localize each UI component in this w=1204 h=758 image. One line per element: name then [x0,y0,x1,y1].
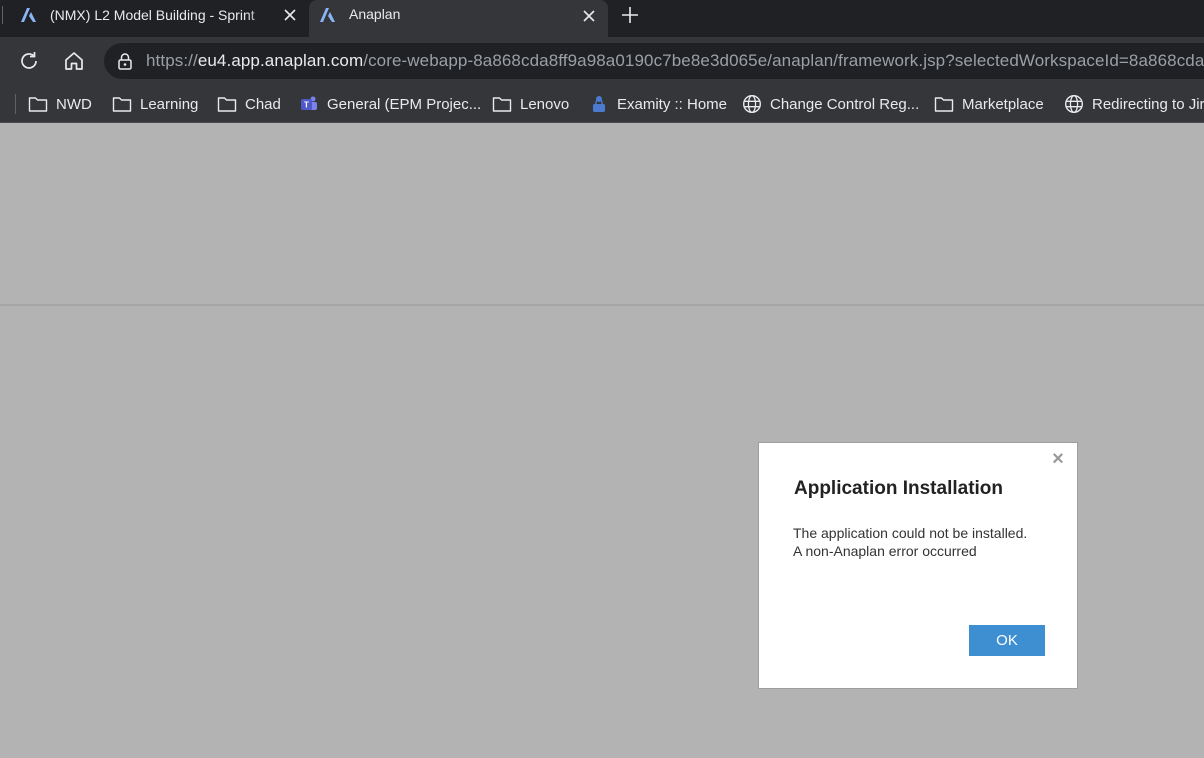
bookmark-learning[interactable]: Learning [112,85,199,122]
address-bar[interactable]: https://eu4.app.anaplan.com/core-webapp-… [104,43,1204,79]
bookmark-label: Chad [245,95,281,113]
dialog-message: The application could not be installed. … [793,524,1063,560]
bookmark-general-epm[interactable]: T General (EPM Projec... [299,85,482,122]
lock-person-icon [589,94,609,114]
bookmark-jira[interactable]: Redirecting to Jira [1064,85,1204,122]
bookmark-chad[interactable]: Chad [217,85,281,122]
dialog-message-line-2: A non-Anaplan error occurred [793,543,977,559]
bookmark-label: NWD [56,95,92,113]
tab-title: Anaplan [349,6,401,22]
close-tab-icon[interactable] [280,5,300,25]
close-dialog-icon[interactable]: × [1050,449,1066,469]
anaplan-logo-icon [319,6,337,24]
browser-toolbar: https://eu4.app.anaplan.com/core-webapp-… [0,37,1204,85]
bookmark-nwd[interactable]: NWD [28,85,92,122]
home-button[interactable] [60,47,88,75]
bookmark-label: Learning [140,95,199,113]
bookmark-label: Redirecting to Jira [1092,95,1204,113]
ok-button[interactable]: OK [969,625,1045,656]
url-text: https://eu4.app.anaplan.com/core-webapp-… [146,51,1204,71]
url-host: eu4.app.anaplan.com [197,51,364,70]
globe-icon [1064,94,1084,114]
reload-icon [21,52,37,69]
bookmark-change-control[interactable]: Change Control Reg... [742,85,920,122]
bookmark-label: Examity :: Home [617,95,728,113]
tab-title: (NMX) L2 Model Building - Sprint [50,6,255,23]
folder-icon [112,94,132,114]
bookmarks-bar: NWD Learning Chad T General (EPM Projec.… [0,85,1204,123]
bookmark-label: Lenovo [520,95,570,113]
tab-l2-model-building[interactable]: (NMX) L2 Model Building - Sprint [0,0,309,29]
reload-button[interactable] [15,47,43,75]
content-divider [0,304,1204,306]
site-info-icon[interactable] [116,52,134,70]
bookmarks-separator [15,94,16,114]
plus-icon [622,7,638,23]
bookmark-lenovo[interactable]: Lenovo [492,85,570,122]
anaplan-logo-icon [20,6,38,24]
folder-icon [28,94,48,114]
bookmark-label: Marketplace [962,95,1044,113]
application-installation-dialog: × Application Installation The applicati… [758,442,1078,689]
teams-icon: T [299,94,319,114]
dialog-message-line-1: The application could not be installed. [793,525,1028,541]
svg-text:T: T [304,101,309,110]
folder-icon [492,94,512,114]
bookmark-marketplace[interactable]: Marketplace [934,85,1044,122]
url-path: /core-webapp-8a868cda8ff9a98a0190c7be8e3… [363,51,1204,70]
globe-icon [742,94,762,114]
bookmark-label: General (EPM Projec... [327,95,482,113]
url-scheme: https:// [146,51,198,70]
close-tab-icon[interactable] [579,6,599,26]
tab-strip: (NMX) L2 Model Building - Sprint Anaplan [0,0,1204,37]
folder-icon [217,94,237,114]
new-tab-button[interactable] [618,3,642,27]
dialog-title: Application Installation [794,478,1004,499]
home-icon [65,52,83,70]
folder-icon [934,94,954,114]
tab-anaplan[interactable]: Anaplan [309,0,608,37]
bookmark-examity[interactable]: Examity :: Home [589,85,728,122]
bookmark-label: Change Control Reg... [770,95,920,113]
